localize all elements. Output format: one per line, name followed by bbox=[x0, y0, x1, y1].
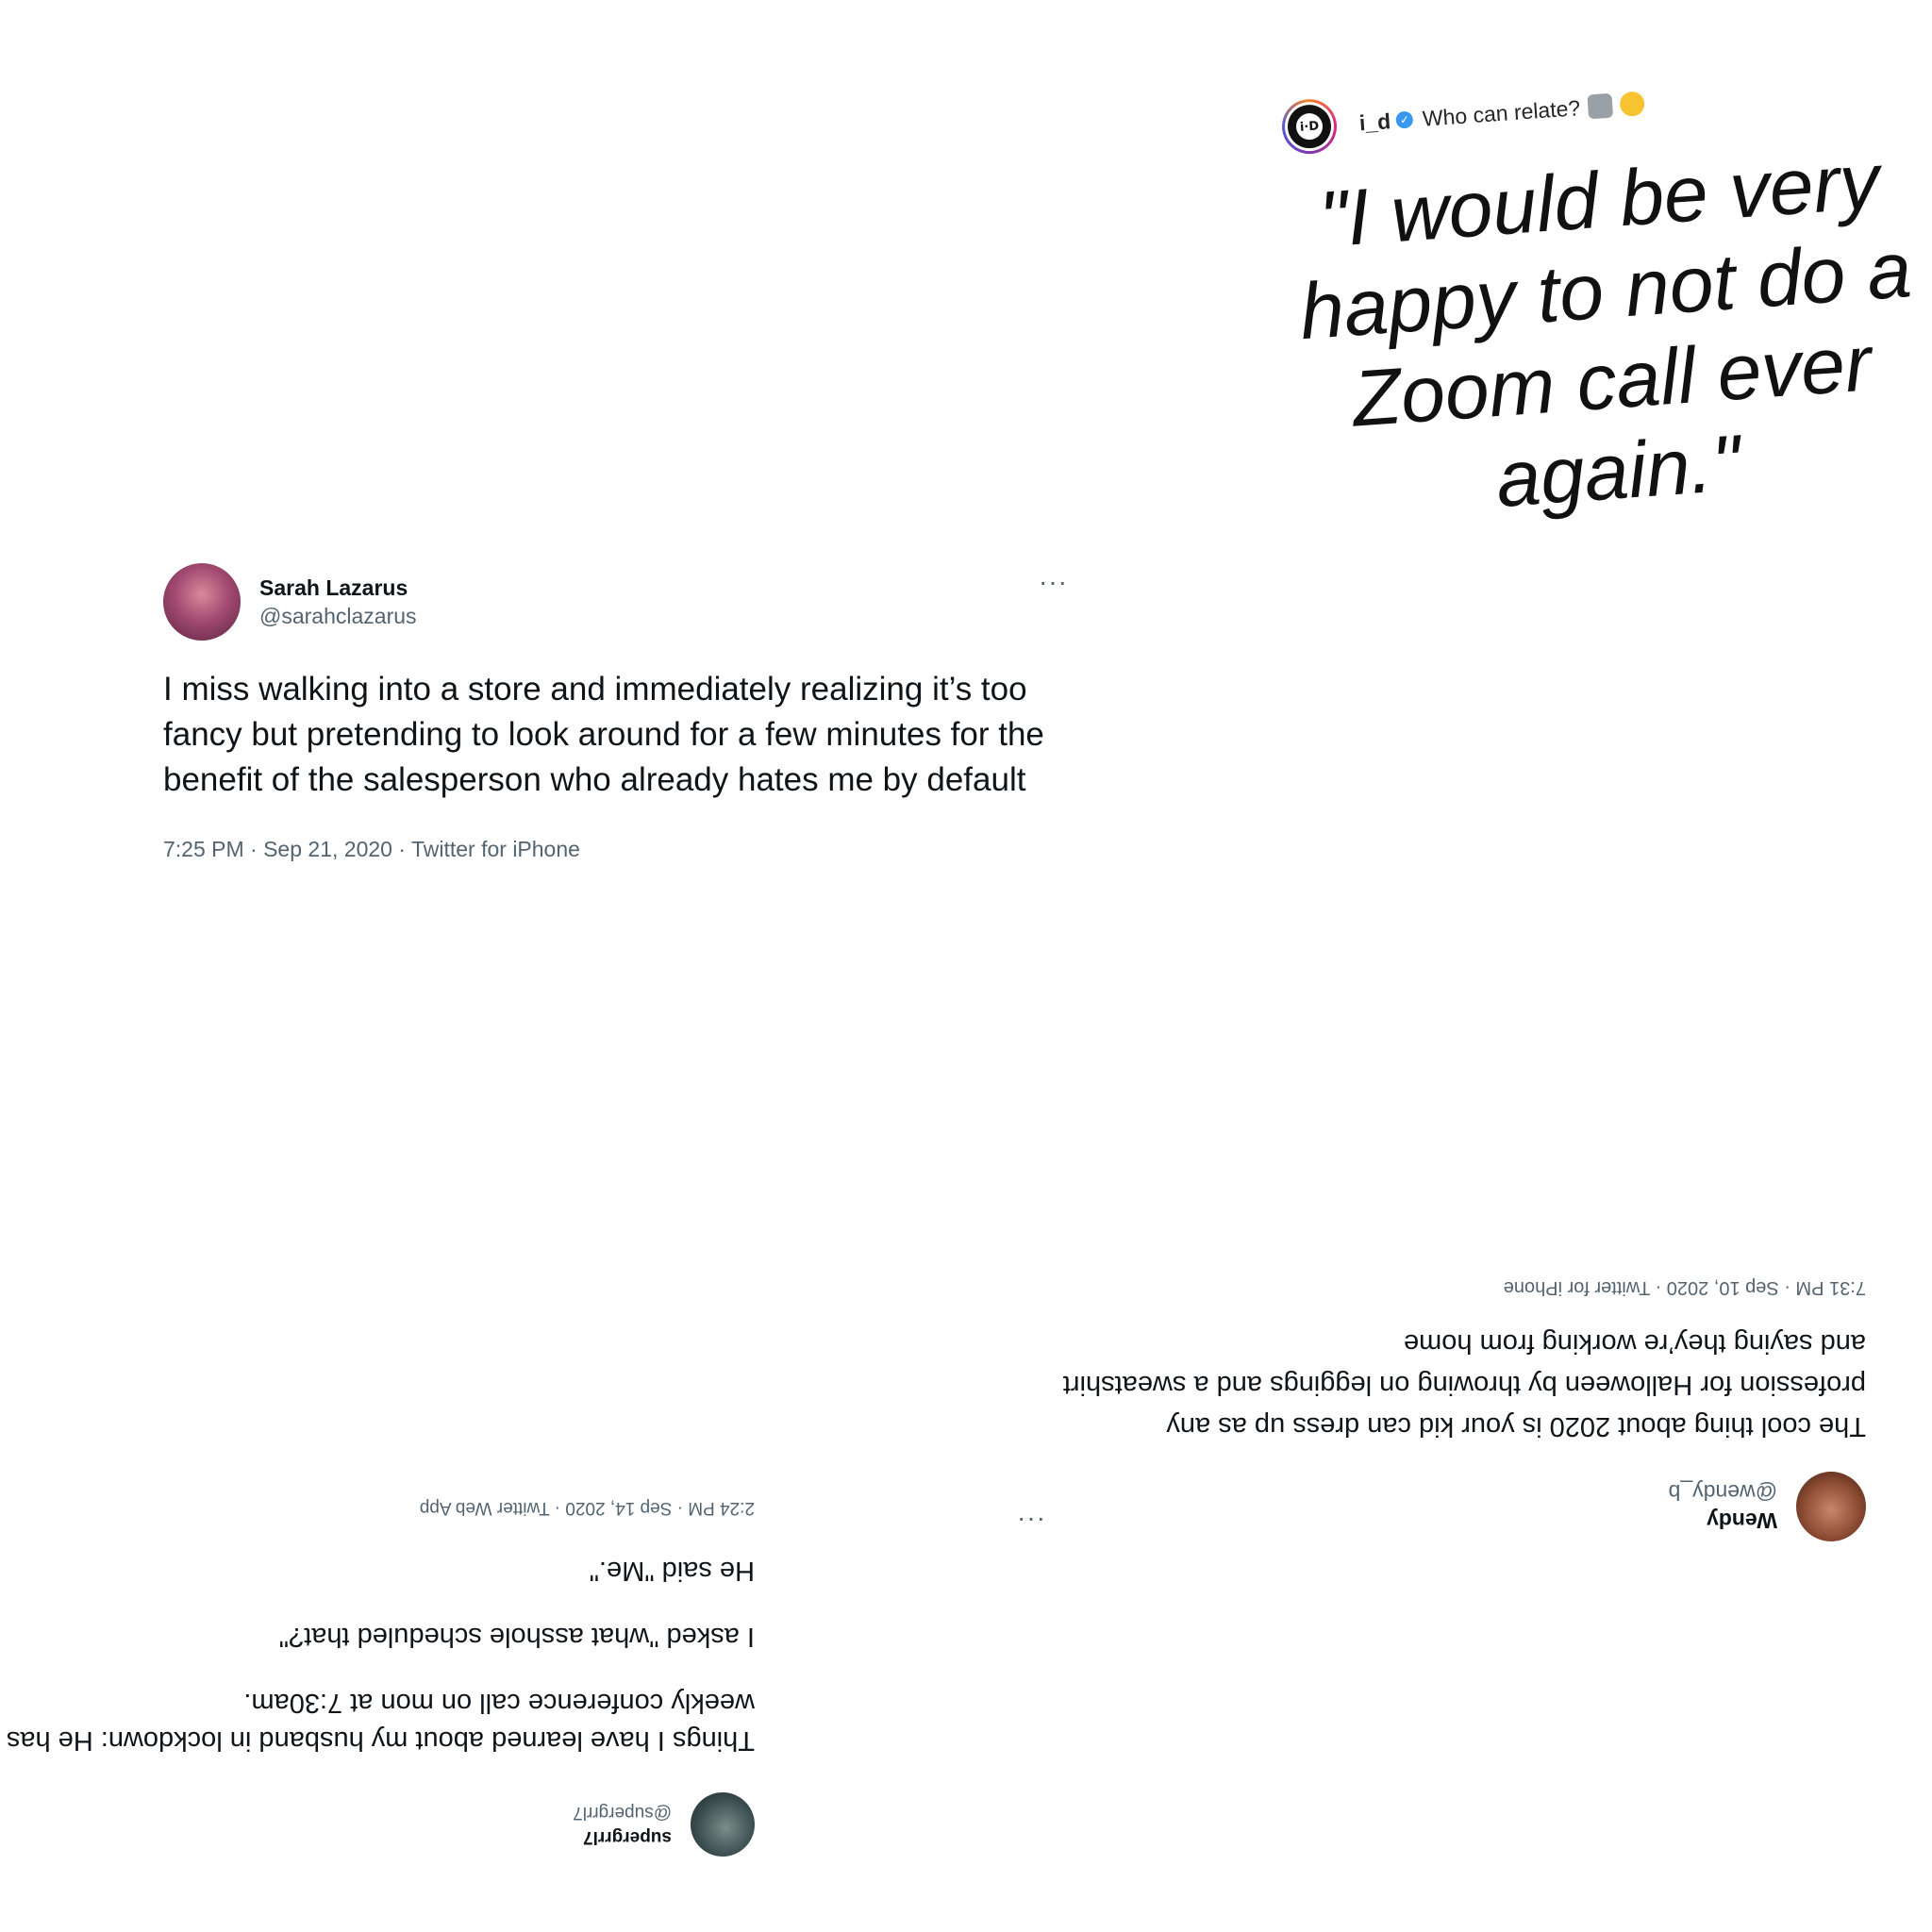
account-avatar[interactable]: i·D bbox=[1280, 97, 1339, 157]
avatar[interactable] bbox=[1796, 1472, 1866, 1541]
post-quote: "I would be very happy to not do a Zoom … bbox=[1296, 136, 1914, 525]
id-logo-icon: i·D bbox=[1295, 112, 1324, 142]
author-handle[interactable]: @wendy_b bbox=[1669, 1478, 1777, 1507]
instagram-post: i·D i_d ✓ Who can relate? "I would be ve… bbox=[1269, 30, 1919, 524]
person-laptop-emoji-icon bbox=[1587, 92, 1613, 120]
more-options-icon[interactable]: ··· bbox=[1016, 1506, 1045, 1536]
tweet-timestamp[interactable]: 7:31 PM · Sep 10, 2020 · Twitter for iPh… bbox=[1036, 1276, 1866, 1298]
tweet-text: I miss walking into a store and immediat… bbox=[163, 667, 1107, 803]
tired-face-emoji-icon bbox=[1619, 91, 1645, 118]
avatar[interactable] bbox=[691, 1792, 755, 1857]
author-name[interactable]: supergrrl7 bbox=[573, 1824, 672, 1849]
avatar[interactable] bbox=[163, 563, 241, 641]
tweet-card: Wendy @wendy_b ··· The cool thing about … bbox=[1016, 1262, 1866, 1545]
tweet-paragraph: He said "Me." bbox=[589, 1556, 755, 1586]
avatar-ring: i·D bbox=[1283, 100, 1336, 153]
author-handle[interactable]: @sarahclazarus bbox=[259, 602, 417, 630]
tweet-header: Wendy @wendy_b bbox=[1036, 1468, 1866, 1545]
tweet-text: Things I have learned about my husband i… bbox=[0, 1552, 755, 1759]
tweet-author: Wendy @wendy_b bbox=[1669, 1478, 1777, 1535]
tweet-paragraph: The cool thing about 2020 is your kid ca… bbox=[1062, 1328, 1866, 1441]
author-name[interactable]: Wendy bbox=[1669, 1507, 1777, 1535]
tweet-header: supergrrl7 @supergrrl7 bbox=[0, 1786, 755, 1863]
tweet-paragraph: I asked "what asshole scheduled that?" bbox=[278, 1622, 755, 1652]
tweet-author: Sarah Lazarus @sarahclazarus bbox=[259, 574, 417, 630]
verified-badge-icon: ✓ bbox=[1395, 110, 1414, 129]
more-options-icon[interactable]: ··· bbox=[1039, 567, 1068, 597]
post-caption: Who can relate? bbox=[1422, 94, 1581, 131]
tweet-card: supergrrl7 @supergrrl7 ··· Things I have… bbox=[0, 1486, 755, 1863]
tweet-author: supergrrl7 @supergrrl7 bbox=[573, 1800, 672, 1849]
tweet-paragraph: Things I have learned about my husband i… bbox=[0, 1688, 755, 1756]
tweet-text: The cool thing about 2020 is your kid ca… bbox=[1036, 1323, 1866, 1447]
author-name[interactable]: Sarah Lazarus bbox=[259, 574, 417, 602]
tweet-paragraph: I miss walking into a store and immediat… bbox=[163, 671, 1044, 798]
tweet-timestamp[interactable]: 7:25 PM · Sep 21, 2020 · Twitter for iPh… bbox=[163, 837, 1107, 862]
tweet-header: Sarah Lazarus @sarahclazarus bbox=[163, 563, 1107, 641]
avatar-core: i·D bbox=[1286, 103, 1333, 150]
tweet-timestamp[interactable]: 2:24 PM · Sep 14, 2020 · Twitter Web App bbox=[0, 1497, 755, 1518]
account-name[interactable]: i_d bbox=[1358, 108, 1391, 136]
instagram-post-header: i·D i_d ✓ Who can relate? bbox=[1280, 75, 1646, 157]
tweet-card: Sarah Lazarus @sarahclazarus ··· I miss … bbox=[163, 563, 1107, 862]
author-handle[interactable]: @supergrrl7 bbox=[573, 1800, 672, 1824]
